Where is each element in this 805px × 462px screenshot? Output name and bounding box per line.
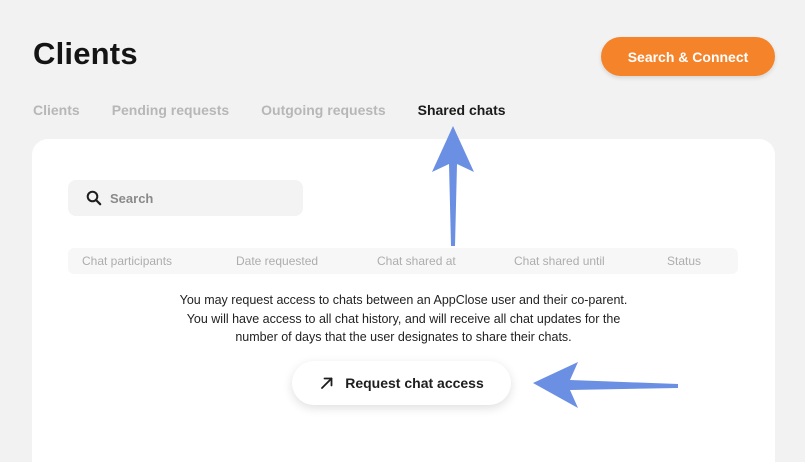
search-input[interactable]: [110, 190, 280, 206]
column-header-chat-shared-at: Chat shared at: [377, 254, 456, 268]
empty-state-line: number of days that the user designates …: [235, 330, 572, 344]
arrow-up-right-icon: [321, 377, 333, 389]
annotation-arrow-left-icon: [533, 362, 678, 408]
empty-state-line: You may request access to chats between …: [179, 293, 628, 307]
tab-pending-requests[interactable]: Pending requests: [112, 102, 229, 118]
tab-bar: Clients Pending requests Outgoing reques…: [33, 102, 538, 118]
table-header: Chat participants Date requested Chat sh…: [68, 248, 738, 274]
tab-clients[interactable]: Clients: [33, 102, 80, 118]
tab-shared-chats[interactable]: Shared chats: [418, 102, 506, 118]
shared-chats-card: Chat participants Date requested Chat sh…: [32, 139, 775, 462]
tab-outgoing-requests[interactable]: Outgoing requests: [261, 102, 385, 118]
empty-state-message: You may request access to chats between …: [32, 291, 775, 347]
search-connect-button[interactable]: Search & Connect: [601, 37, 775, 76]
request-chat-access-button[interactable]: Request chat access: [292, 361, 511, 405]
search-box[interactable]: [68, 180, 303, 216]
annotation-arrow-up-icon: [432, 126, 474, 246]
column-header-date-requested: Date requested: [236, 254, 319, 268]
request-chat-access-label: Request chat access: [345, 375, 484, 391]
search-icon: [86, 190, 102, 206]
column-header-status: Status: [667, 254, 702, 268]
empty-state-line: You will have access to all chat history…: [186, 311, 621, 326]
column-header-chat-participants: Chat participants: [82, 254, 173, 268]
column-header-chat-shared-until: Chat shared until: [514, 254, 605, 268]
page-title: Clients: [33, 36, 138, 71]
